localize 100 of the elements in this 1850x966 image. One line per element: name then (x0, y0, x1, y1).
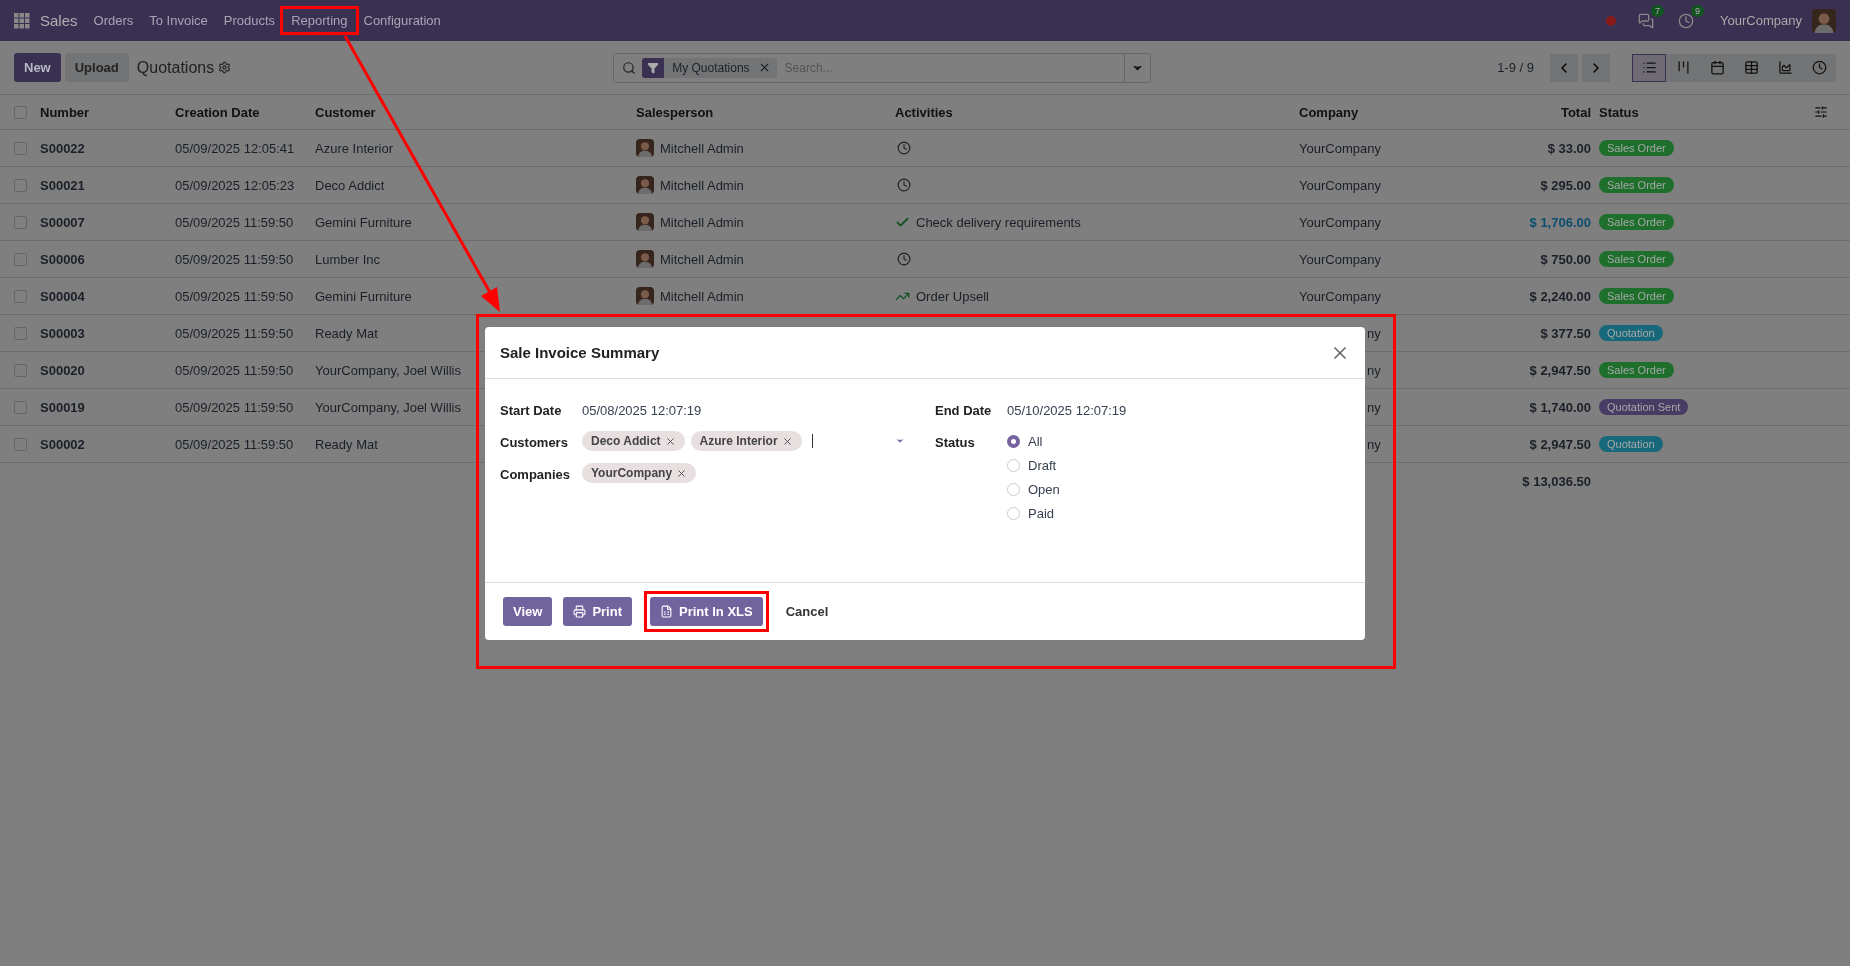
clock-icon[interactable] (1678, 12, 1695, 29)
table-cell: 05/09/2025 11:59:50 (175, 399, 294, 415)
settings-icon[interactable] (218, 61, 232, 74)
checkbox[interactable] (14, 141, 27, 155)
date-field[interactable]: 05/08/2025 12:07:19 (582, 399, 702, 418)
checkbox[interactable] (14, 400, 27, 414)
previous-button[interactable] (1550, 53, 1578, 82)
sliders-icon[interactable] (1814, 105, 1828, 119)
clock-icon[interactable] (897, 178, 911, 192)
checkbox[interactable] (14, 437, 27, 451)
field-label: Status (935, 434, 976, 450)
column-header[interactable]: Activities (895, 95, 1299, 130)
view-switch-button[interactable] (1802, 53, 1836, 82)
menu-item[interactable]: Orders (85, 9, 142, 32)
view-switch-button[interactable] (1632, 53, 1666, 82)
table-cell: 05/09/2025 11:59:50 (175, 325, 294, 341)
table-icon (1743, 60, 1759, 75)
table-cell: S00021 (40, 177, 85, 193)
column-header[interactable]: Salesperson (636, 95, 895, 130)
checkbox[interactable] (14, 326, 27, 340)
menu-item[interactable]: Reporting (283, 9, 356, 32)
table-cell: YourCompany (1299, 288, 1381, 304)
table-cell: S00020 (40, 362, 85, 378)
export-button[interactable]: Print In XLS (650, 597, 763, 626)
table-cell: Mitchell Admin (660, 288, 744, 304)
radio-option[interactable]: Paid (1007, 506, 1060, 521)
column-header[interactable]: Company (1299, 95, 1499, 130)
company-switcher[interactable]: YourCompany (1720, 13, 1802, 28)
column-header[interactable]: Customer (315, 95, 636, 130)
checkbox[interactable] (14, 178, 27, 192)
status-badge: Quotation (1599, 436, 1663, 452)
menu-item[interactable]: To Invoice (141, 9, 216, 32)
cancel-button[interactable]: Cancel (777, 597, 837, 626)
table-cell: $ 377.50 (1540, 325, 1591, 341)
column-header[interactable]: Number (40, 95, 175, 130)
menu-item[interactable]: Products (215, 9, 284, 32)
checkbox[interactable] (14, 105, 27, 119)
remove-icon[interactable] (664, 435, 676, 447)
table-cell: 05/09/2025 11:59:50 (175, 251, 294, 267)
table-cell: Gemini Furniture (315, 214, 412, 230)
status-badge: Quotation (1599, 325, 1663, 341)
remove-icon[interactable] (781, 435, 793, 447)
table-cell: $ 33.00 (1547, 140, 1591, 156)
table-cell: S00004 (40, 288, 85, 304)
table-cell: Azure Interior (315, 140, 394, 156)
table-cell: ny (1367, 436, 1381, 452)
apps-icon[interactable] (14, 12, 30, 29)
new-button[interactable]: New (14, 53, 61, 82)
date-field[interactable]: 05/10/2025 12:07:19 (1007, 399, 1127, 418)
table-cell: S00019 (40, 399, 85, 415)
checkbox[interactable] (14, 215, 27, 229)
filter-facet[interactable]: My Quotations (642, 57, 777, 78)
view-switch-button[interactable] (1666, 53, 1700, 82)
companies-field[interactable]: YourCompany (582, 463, 905, 483)
clock-icon[interactable] (897, 252, 911, 266)
menu-item[interactable]: Configuration (355, 9, 449, 32)
app-name[interactable]: Sales (40, 12, 78, 29)
chat-icon[interactable] (1638, 12, 1655, 29)
upload-button[interactable]: Upload (64, 53, 129, 82)
radio-option[interactable]: All (1007, 434, 1060, 449)
table-cell: YourCompany, Joel Willis (315, 399, 461, 415)
customers-field[interactable]: Deco Addict Azure Interior (582, 431, 905, 451)
radio-option[interactable]: Open (1007, 482, 1060, 497)
radio-option[interactable]: Draft (1007, 458, 1060, 473)
column-header[interactable]: Creation Date (175, 95, 315, 130)
checkbox[interactable] (14, 363, 27, 377)
avatar (636, 287, 654, 305)
list-icon (1641, 60, 1657, 75)
print-button[interactable]: Print (563, 597, 632, 626)
table-cell: 05/09/2025 11:59:50 (175, 214, 294, 230)
table-cell: S00022 (40, 140, 85, 156)
field-label: Start Date (500, 402, 563, 418)
remove-icon[interactable] (676, 467, 688, 479)
checkbox[interactable] (14, 289, 27, 303)
avatar (636, 250, 654, 268)
table-cell: Mitchell Admin (660, 177, 744, 193)
view-button[interactable]: View (503, 597, 553, 626)
status-badge: Sales Order (1599, 288, 1674, 304)
status-badge: Sales Order (1599, 251, 1674, 267)
table-cell: YourCompany, Joel Willis (315, 362, 461, 378)
table-cell: ny (1367, 399, 1381, 415)
table-cell: Deco Addict (315, 177, 385, 193)
table-cell: S00002 (40, 436, 85, 452)
column-header[interactable]: Total (1499, 95, 1599, 130)
table-cell: S00007 (40, 214, 85, 230)
count-badge: 7 (1651, 4, 1665, 17)
calendar-icon (1709, 60, 1725, 75)
avatar (636, 213, 654, 231)
activity-text: Order Upsell (916, 288, 989, 304)
column-header[interactable]: Status (1599, 95, 1814, 130)
filter-icon (647, 61, 660, 74)
table-cell: Gemini Furniture (315, 288, 412, 304)
area-chart-icon (1777, 60, 1793, 75)
checkbox[interactable] (14, 252, 27, 266)
table-cell: $ 1,740.00 (1529, 399, 1591, 415)
pager-text: 1-9 / 9 (1497, 60, 1534, 75)
table-cell: $ 2,947.50 (1529, 436, 1591, 452)
clock-icon[interactable] (897, 141, 911, 155)
next-button[interactable] (1582, 53, 1610, 82)
table-cell: Ready Mat (315, 436, 378, 452)
